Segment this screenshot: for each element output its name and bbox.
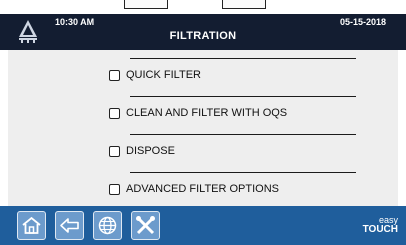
brand-line-2: TOUCH [362, 224, 398, 235]
header-bar: 10:30 AM FILTRATION 05-15-2018 [0, 14, 406, 50]
option-label: DISPOSE [126, 145, 175, 157]
checkbox[interactable] [109, 146, 120, 157]
home-button[interactable] [17, 211, 46, 240]
home-icon [22, 216, 41, 234]
back-button[interactable] [55, 211, 84, 240]
divider-line [130, 58, 356, 59]
option-label: ADVANCED FILTER OPTIONS [126, 183, 280, 195]
page-title: FILTRATION [169, 30, 237, 42]
globe-icon [98, 216, 117, 235]
checkbox[interactable] [109, 108, 120, 119]
language-button[interactable] [93, 211, 122, 240]
hardware-button-right[interactable] [222, 0, 266, 9]
easytouch-logo: easy TOUCH [362, 216, 398, 235]
hardware-button-left[interactable] [124, 0, 168, 9]
checkbox[interactable] [109, 70, 120, 81]
back-arrow-icon [60, 218, 79, 233]
footer-bar: easy TOUCH [0, 206, 406, 245]
service-tools-button[interactable] [131, 211, 160, 240]
divider-line [130, 172, 356, 173]
divider-line [130, 134, 356, 135]
tools-icon [136, 216, 155, 235]
checkbox[interactable] [109, 184, 120, 195]
option-label: QUICK FILTER [126, 69, 201, 81]
clock-time: 10:30 AM [55, 17, 95, 27]
option-label: CLEAN AND FILTER WITH OQS [126, 107, 288, 119]
content-panel: QUICK FILTER CLEAN AND FILTER WITH OQS D… [8, 50, 398, 206]
current-date: 05-15-2018 [339, 17, 386, 27]
divider-line [130, 96, 356, 97]
